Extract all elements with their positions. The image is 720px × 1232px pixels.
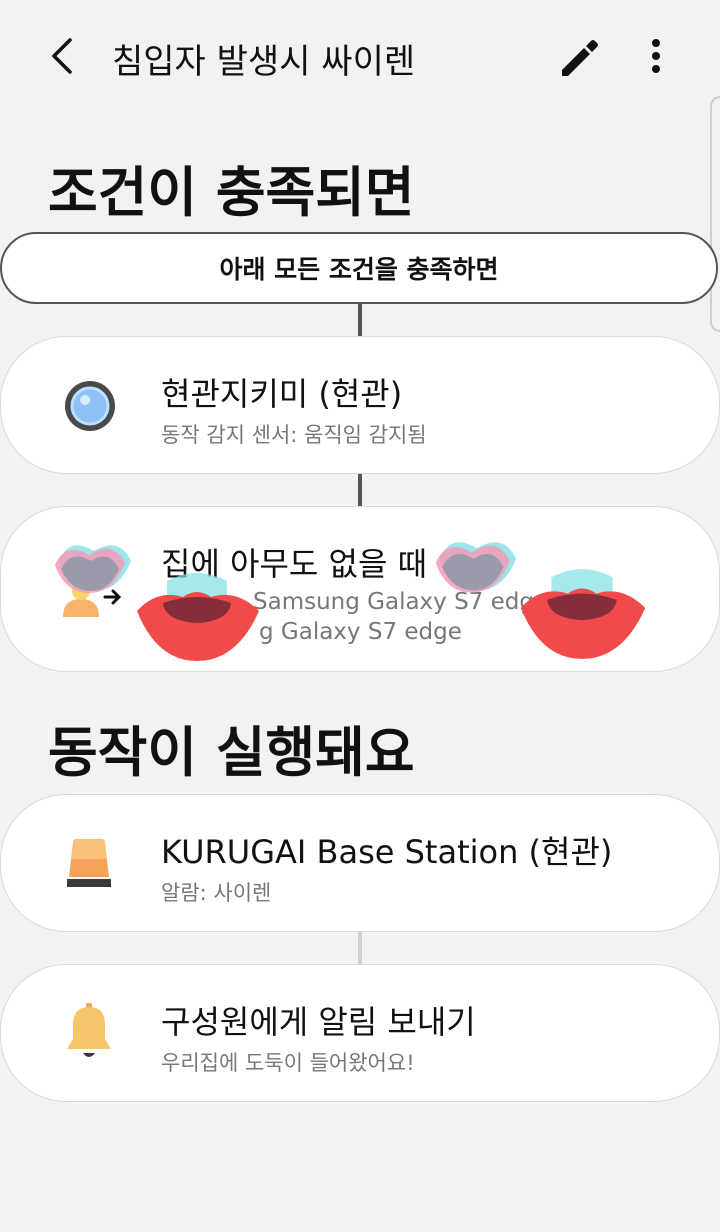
scrollbar[interactable] <box>710 96 720 332</box>
condition-card-motion[interactable]: 현관지키미 (현관) 동작 감지 센서: 움직임 감지됨 <box>0 336 720 474</box>
motion-sensor-icon <box>63 379 117 437</box>
action-card-siren[interactable]: KURUGAI Base Station (현관) 알람: 사이렌 <box>0 794 720 932</box>
action-subtitle: 우리집에 도둑이 들어왔어요! <box>161 1051 415 1075</box>
condition-card-away[interactable]: 집에 아무도 없을 때 Samsung Galaxy S7 edge g Gal… <box>0 506 720 672</box>
sticker-lips-large <box>137 573 259 661</box>
chevron-left-icon <box>52 38 72 74</box>
pencil-icon <box>562 40 598 76</box>
sticker-lips-large <box>520 569 646 659</box>
connector-line <box>358 474 362 506</box>
connector-line <box>358 932 362 964</box>
condition-subtitle: 동작 감지 센서: 움직임 감지됨 <box>161 423 427 447</box>
action-subtitle: 알람: 사이렌 <box>161 881 272 905</box>
conditions-heading: 조건이 충족되면 <box>48 161 415 224</box>
siren-icon <box>65 839 113 893</box>
condition-title: 현관지키미 (현관) <box>161 375 403 413</box>
app-bar: 침입자 발생시 싸이렌 <box>0 0 720 112</box>
condition-device-2: g Galaxy S7 edge <box>259 619 462 645</box>
action-title: 구성원에게 알림 보내기 <box>161 1003 476 1041</box>
more-vertical-icon <box>652 39 660 73</box>
action-card-notification[interactable]: 구성원에게 알림 보내기 우리집에 도둑이 들어왔어요! <box>0 964 720 1102</box>
match-mode-selector[interactable]: 아래 모든 조건을 충족하면 <box>0 232 718 304</box>
actions-heading: 동작이 실행돼요 <box>48 721 415 784</box>
connector-line <box>358 303 362 337</box>
page-title: 침입자 발생시 싸이렌 <box>112 42 416 82</box>
more-options-button[interactable] <box>632 32 680 84</box>
action-title: KURUGAI Base Station (현관) <box>161 833 613 871</box>
back-button[interactable] <box>40 32 88 80</box>
bell-icon <box>65 1003 113 1067</box>
sticker-lips-small <box>55 545 131 593</box>
sticker-lips-small <box>435 542 517 593</box>
edit-button[interactable] <box>552 32 604 84</box>
